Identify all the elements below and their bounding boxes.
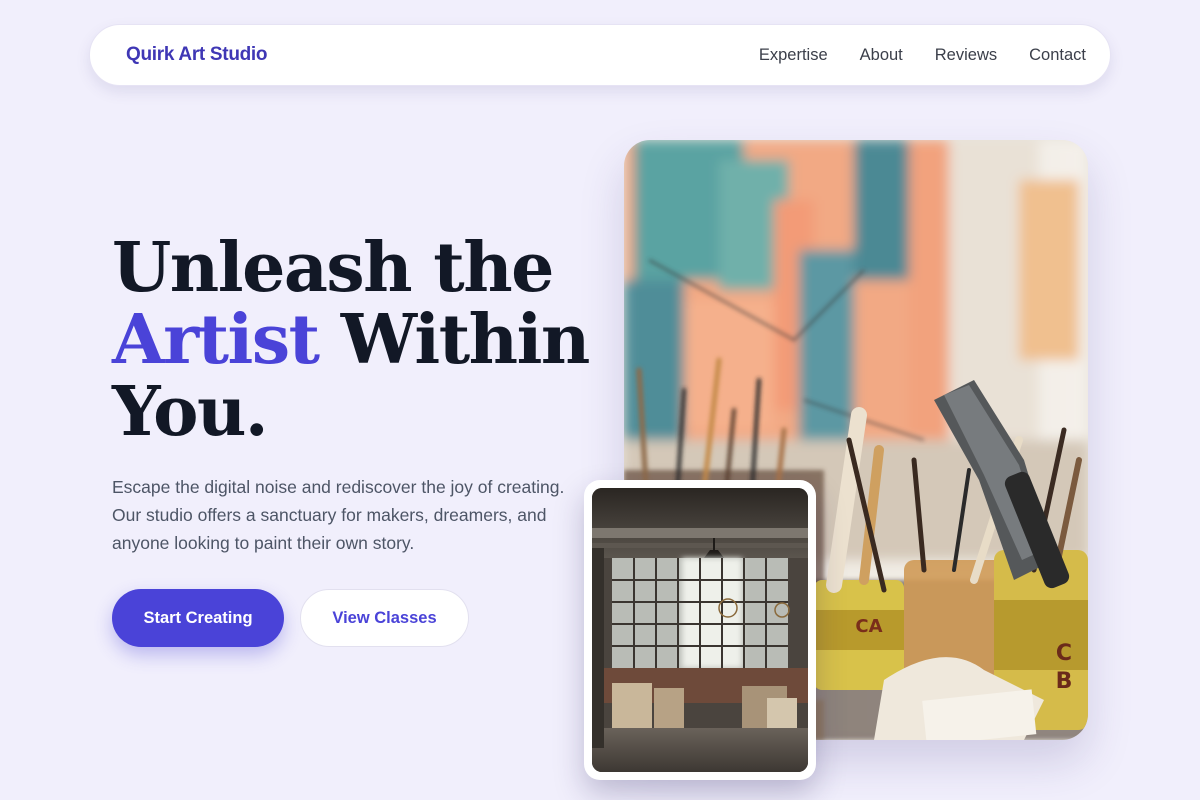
top-navbar: Quirk Art Studio Expertise About Reviews… bbox=[89, 24, 1111, 86]
headline-accent-word: Artist bbox=[112, 300, 320, 380]
brand-logo[interactable]: Quirk Art Studio bbox=[126, 44, 268, 66]
headline-line-2-rest: Within bbox=[340, 300, 591, 380]
warehouse-image-card bbox=[584, 480, 816, 780]
nav-link-about[interactable]: About bbox=[860, 46, 903, 65]
hero-headline: Unleash the Artist Within You. bbox=[112, 232, 592, 448]
headline-line-1: Unleash the bbox=[112, 228, 554, 308]
svg-text:B: B bbox=[1056, 669, 1073, 694]
warehouse-studio-image bbox=[592, 488, 808, 772]
svg-text:C: C bbox=[1056, 641, 1072, 666]
nav-link-contact[interactable]: Contact bbox=[1029, 46, 1086, 65]
headline-line-3: You. bbox=[112, 372, 269, 452]
landing-page: Quirk Art Studio Expertise About Reviews… bbox=[0, 0, 1200, 800]
view-classes-button[interactable]: View Classes bbox=[300, 589, 469, 647]
nav-link-reviews[interactable]: Reviews bbox=[935, 46, 997, 65]
svg-text:CA: CA bbox=[855, 616, 882, 637]
nav-link-expertise[interactable]: Expertise bbox=[759, 46, 828, 65]
nav-links: Expertise About Reviews Contact bbox=[759, 46, 1086, 65]
hero-subtitle: Escape the digital noise and rediscover … bbox=[112, 477, 565, 553]
start-creating-button[interactable]: Start Creating bbox=[112, 589, 284, 647]
